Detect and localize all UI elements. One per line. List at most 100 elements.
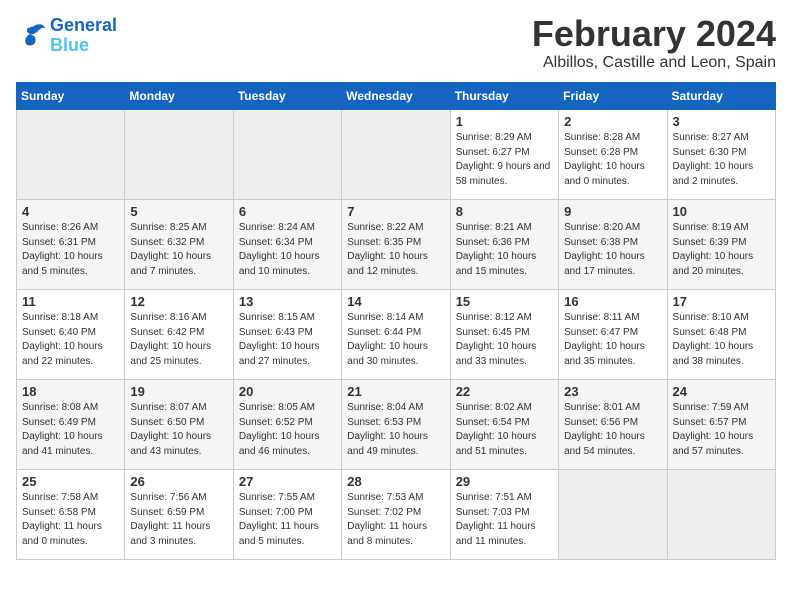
location-title: Albillos, Castille and Leon, Spain [532, 54, 776, 72]
calendar-cell: 17 Sunrise: 8:10 AMSunset: 6:48 PMDayligh… [667, 290, 775, 380]
day-info: Sunrise: 8:10 AMSunset: 6:48 PMDaylight:… [673, 311, 770, 369]
day-number: 9 [564, 204, 661, 219]
calendar-week-row: 4 Sunrise: 8:26 AMSunset: 6:31 PMDaylight… [17, 200, 776, 290]
day-number: 4 [22, 204, 119, 219]
header-sunday: Sunday [17, 83, 125, 110]
calendar-cell: 15 Sunrise: 8:12 AMSunset: 6:45 PMDayligh… [450, 290, 558, 380]
day-number: 5 [130, 204, 227, 219]
day-info: Sunrise: 8:29 AMSunset: 6:27 PMDaylight:… [456, 131, 553, 189]
calendar-cell [667, 470, 775, 560]
day-number: 19 [130, 384, 227, 399]
day-info: Sunrise: 7:53 AMSunset: 7:02 PMDaylight:… [347, 491, 444, 549]
header-tuesday: Tuesday [233, 83, 341, 110]
day-number: 25 [22, 474, 119, 489]
calendar-cell: 1 Sunrise: 8:29 AMSunset: 6:27 PMDaylight… [450, 110, 558, 200]
day-info: Sunrise: 8:01 AMSunset: 6:56 PMDaylight:… [564, 401, 661, 459]
day-info: Sunrise: 8:08 AMSunset: 6:49 PMDaylight:… [22, 401, 119, 459]
day-info: Sunrise: 7:55 AMSunset: 7:00 PMDaylight:… [239, 491, 336, 549]
calendar-header-row: SundayMondayTuesdayWednesdayThursdayFrid… [17, 83, 776, 110]
calendar-cell: 10Sunrise: 8:19 AMSunset: 6:39 PMDayligh… [667, 200, 775, 290]
day-number: 20 [239, 384, 336, 399]
day-info: Sunrise: 7:51 AMSunset: 7:03 PMDaylight:… [456, 491, 553, 549]
header-saturday: Saturday [667, 83, 775, 110]
day-number: 24 [673, 384, 770, 399]
calendar-cell: 22Sunrise: 8:02 AMSunset: 6:54 PMDayligh… [450, 380, 558, 470]
day-number: 7 [347, 204, 444, 219]
calendar-table: SundayMondayTuesdayWednesdayThursdayFrid… [16, 82, 776, 560]
day-number: 12 [130, 294, 227, 309]
day-info: Sunrise: 8:02 AMSunset: 6:54 PMDaylight:… [456, 401, 553, 459]
day-number: 28 [347, 474, 444, 489]
day-info: Sunrise: 8:12 AMSunset: 6:45 PMDaylight:… [456, 311, 553, 369]
calendar-cell: 3Sunrise: 8:27 AMSunset: 6:30 PMDaylight… [667, 110, 775, 200]
calendar-cell [559, 470, 667, 560]
calendar-cell [342, 110, 450, 200]
day-info: Sunrise: 8:19 AMSunset: 6:39 PMDaylight:… [673, 221, 770, 279]
day-info: Sunrise: 8:15 AMSunset: 6:43 PMDaylight:… [239, 311, 336, 369]
day-info: Sunrise: 7:56 AMSunset: 6:59 PMDaylight:… [130, 491, 227, 549]
day-number: 14 [347, 294, 444, 309]
calendar-cell [17, 110, 125, 200]
calendar-cell: 21Sunrise: 8:04 AMSunset: 6:53 PMDayligh… [342, 380, 450, 470]
day-number: 17 [673, 294, 770, 309]
day-info: Sunrise: 8:18 AMSunset: 6:40 PMDaylight:… [22, 311, 119, 369]
day-number: 16 [564, 294, 661, 309]
calendar-cell: 11 Sunrise: 8:18 AMSunset: 6:40 PMDayligh… [17, 290, 125, 380]
day-number: 23 [564, 384, 661, 399]
header-monday: Monday [125, 83, 233, 110]
day-info: Sunrise: 8:20 AMSunset: 6:38 PMDaylight:… [564, 221, 661, 279]
day-number: 2 [564, 114, 661, 129]
calendar-cell: 7Sunrise: 8:22 AMSunset: 6:35 PMDaylight… [342, 200, 450, 290]
calendar-week-row: 25 Sunrise: 7:58 AMSunset: 6:58 PMDayligh… [17, 470, 776, 560]
calendar-cell: 5 Sunrise: 8:25 AMSunset: 6:32 PMDaylight… [125, 200, 233, 290]
day-number: 1 [456, 114, 553, 129]
title-block: February 2024 Albillos, Castille and Leo… [532, 16, 776, 72]
calendar-cell: 20 Sunrise: 8:05 AMSunset: 6:52 PMDayligh… [233, 380, 341, 470]
calendar-cell: 25 Sunrise: 7:58 AMSunset: 6:58 PMDayligh… [17, 470, 125, 560]
day-info: Sunrise: 8:24 AMSunset: 6:34 PMDaylight:… [239, 221, 336, 279]
calendar-cell: 6Sunrise: 8:24 AMSunset: 6:34 PMDaylight… [233, 200, 341, 290]
calendar-cell: 26Sunrise: 7:56 AMSunset: 6:59 PMDayligh… [125, 470, 233, 560]
day-number: 8 [456, 204, 553, 219]
calendar-cell: 29 Sunrise: 7:51 AMSunset: 7:03 PMDayligh… [450, 470, 558, 560]
day-info: Sunrise: 7:58 AMSunset: 6:58 PMDaylight:… [22, 491, 119, 549]
calendar-week-row: 18Sunrise: 8:08 AMSunset: 6:49 PMDayligh… [17, 380, 776, 470]
header-friday: Friday [559, 83, 667, 110]
day-number: 29 [456, 474, 553, 489]
day-info: Sunrise: 8:11 AMSunset: 6:47 PMDaylight:… [564, 311, 661, 369]
day-info: Sunrise: 8:07 AMSunset: 6:50 PMDaylight:… [130, 401, 227, 459]
day-number: 3 [673, 114, 770, 129]
day-number: 15 [456, 294, 553, 309]
calendar-cell [233, 110, 341, 200]
day-info: Sunrise: 8:21 AMSunset: 6:36 PMDaylight:… [456, 221, 553, 279]
day-info: Sunrise: 7:59 AMSunset: 6:57 PMDaylight:… [673, 401, 770, 459]
calendar-cell: 19 Sunrise: 8:07 AMSunset: 6:50 PMDayligh… [125, 380, 233, 470]
logo-text: General Blue [50, 16, 117, 56]
day-number: 21 [347, 384, 444, 399]
day-number: 13 [239, 294, 336, 309]
day-number: 27 [239, 474, 336, 489]
header-wednesday: Wednesday [342, 83, 450, 110]
calendar-cell: 4 Sunrise: 8:26 AMSunset: 6:31 PMDaylight… [17, 200, 125, 290]
day-info: Sunrise: 8:14 AMSunset: 6:44 PMDaylight:… [347, 311, 444, 369]
calendar-cell: 9 Sunrise: 8:20 AMSunset: 6:38 PMDaylight… [559, 200, 667, 290]
calendar-cell: 12 Sunrise: 8:16 AMSunset: 6:42 PMDayligh… [125, 290, 233, 380]
day-info: Sunrise: 8:05 AMSunset: 6:52 PMDaylight:… [239, 401, 336, 459]
calendar-cell: 13 Sunrise: 8:15 AMSunset: 6:43 PMDayligh… [233, 290, 341, 380]
calendar-cell: 18Sunrise: 8:08 AMSunset: 6:49 PMDayligh… [17, 380, 125, 470]
day-info: Sunrise: 8:16 AMSunset: 6:42 PMDaylight:… [130, 311, 227, 369]
calendar-cell: 16 Sunrise: 8:11 AMSunset: 6:47 PMDayligh… [559, 290, 667, 380]
calendar-cell: 27 Sunrise: 7:55 AMSunset: 7:00 PMDayligh… [233, 470, 341, 560]
calendar-cell [125, 110, 233, 200]
day-info: Sunrise: 8:25 AMSunset: 6:32 PMDaylight:… [130, 221, 227, 279]
calendar-week-row: 1 Sunrise: 8:29 AMSunset: 6:27 PMDaylight… [17, 110, 776, 200]
logo-bird-icon [16, 22, 46, 50]
calendar-cell: 24 Sunrise: 7:59 AMSunset: 6:57 PMDayligh… [667, 380, 775, 470]
calendar-cell: 23 Sunrise: 8:01 AMSunset: 6:56 PMDayligh… [559, 380, 667, 470]
day-number: 11 [22, 294, 119, 309]
month-title: February 2024 [532, 16, 776, 52]
calendar-week-row: 11 Sunrise: 8:18 AMSunset: 6:40 PMDayligh… [17, 290, 776, 380]
calendar-cell: 14 Sunrise: 8:14 AMSunset: 6:44 PMDayligh… [342, 290, 450, 380]
calendar-cell: 8 Sunrise: 8:21 AMSunset: 6:36 PMDaylight… [450, 200, 558, 290]
day-info: Sunrise: 8:26 AMSunset: 6:31 PMDaylight:… [22, 221, 119, 279]
